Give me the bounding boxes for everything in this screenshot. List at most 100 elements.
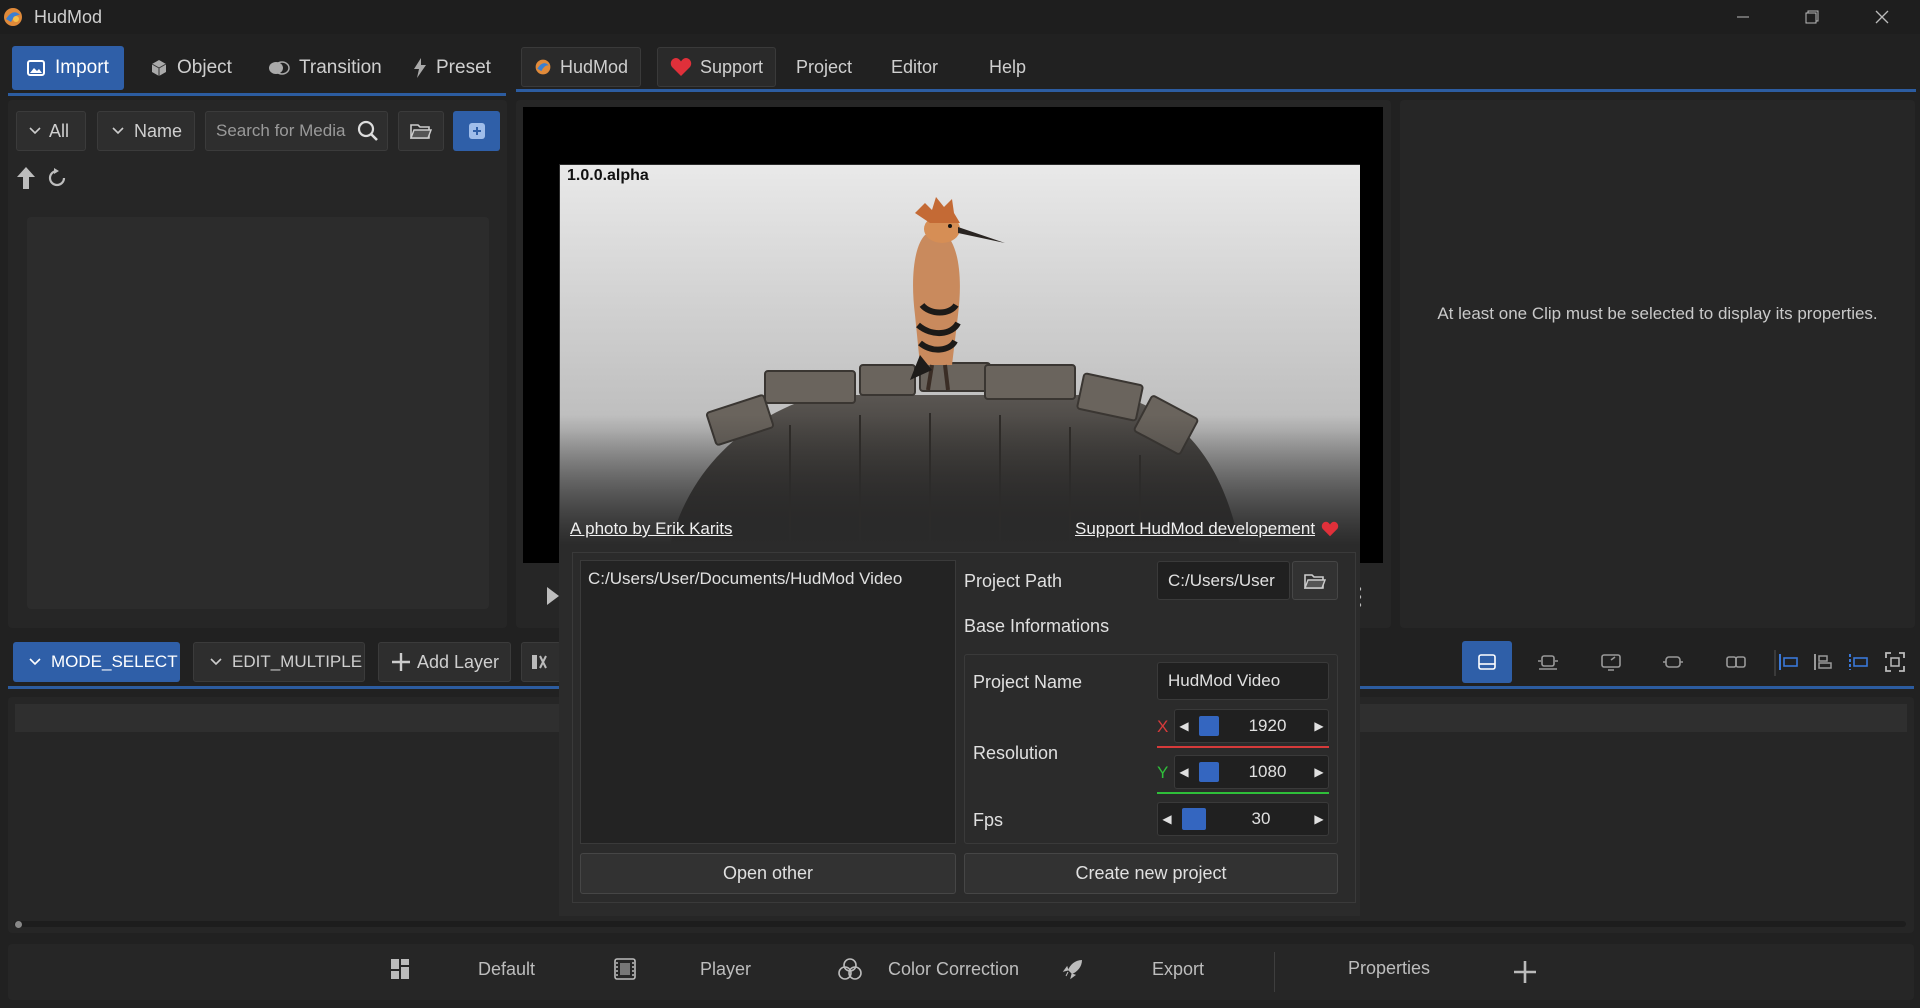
create-new-project-button[interactable]: Create new project	[964, 853, 1338, 894]
res-x-label: X	[1157, 717, 1169, 736]
restore-button[interactable]	[1782, 0, 1842, 34]
title-bar: HudMod	[0, 0, 1920, 34]
folder-icon	[1304, 572, 1326, 590]
project-path-input[interactable]: C:/Users/User	[1157, 561, 1290, 600]
up-arrow-icon[interactable]	[15, 165, 37, 191]
support-button[interactable]: Support	[657, 47, 777, 87]
sort-name-label: Name	[134, 120, 183, 141]
menu-help[interactable]: Help	[989, 47, 1026, 87]
tab-transition-label: Transition	[299, 57, 382, 78]
project-name-label: Project Name	[973, 672, 1083, 692]
layout-1-button[interactable]	[1462, 641, 1512, 683]
fullscreen-icon[interactable]	[1878, 645, 1912, 679]
mute-button[interactable]	[521, 642, 561, 682]
menu-editor[interactable]: Editor	[891, 47, 938, 87]
tab-import[interactable]: Import	[12, 46, 124, 90]
mode-select-dropdown[interactable]: MODE_SELECT	[13, 642, 180, 682]
sort-name-dropdown[interactable]: Name	[97, 111, 195, 151]
open-folder-button[interactable]	[398, 111, 444, 151]
minimize-button[interactable]	[1713, 0, 1773, 34]
edit-multiple-dropdown[interactable]: EDIT_MULTIPLE	[193, 642, 365, 682]
search-icon	[357, 120, 379, 142]
refresh-icon[interactable]	[46, 167, 68, 189]
base-info-label: Base Informations	[964, 616, 1110, 636]
align-center-icon[interactable]	[1806, 645, 1840, 679]
add-layer-label: Add Layer	[417, 651, 500, 672]
workspace-player-button[interactable]: Player	[614, 958, 751, 980]
camera-rig-icon[interactable]	[1531, 645, 1565, 679]
tab-preset[interactable]: Preset	[399, 46, 505, 90]
res-x-spinbox[interactable]: ◀ 1920 ▶	[1174, 709, 1329, 743]
arrow-right-icon[interactable]: ▶	[1310, 719, 1328, 733]
heart-icon	[670, 57, 692, 77]
cube-icon	[150, 59, 168, 77]
color-circles-icon	[838, 958, 862, 980]
align-distribute-icon[interactable]	[1841, 645, 1875, 679]
panel-icon	[1478, 654, 1496, 670]
scrollbar-handle[interactable]	[15, 921, 22, 928]
arrow-right-icon[interactable]: ▶	[1310, 765, 1328, 779]
workspace-properties-button[interactable]: Properties	[1348, 958, 1430, 979]
arrow-left-icon[interactable]: ◀	[1175, 765, 1193, 779]
photo-credit-link[interactable]: A photo by Erik Karits	[570, 519, 733, 539]
edit-multiple-label: EDIT_MULTIPLE	[232, 652, 363, 671]
res-x-value: 1920	[1248, 716, 1287, 735]
tab-object[interactable]: Object	[136, 46, 246, 90]
fps-label: Fps	[973, 810, 1004, 830]
project-name-input[interactable]: HudMod Video	[1157, 662, 1329, 700]
hoopoe-bird-image	[560, 165, 1360, 545]
mode-select-label: MODE_SELECT	[51, 652, 178, 671]
recent-projects-list: C:/Users/User/Documents/HudMod Video	[580, 560, 956, 844]
support-development-label: Support HudMod developement	[1075, 519, 1316, 538]
workspace-color-correction-button[interactable]: Color Correction	[838, 958, 1019, 980]
res-y-spinbox[interactable]: ◀ 1080 ▶	[1174, 755, 1329, 789]
lightning-icon	[413, 58, 427, 78]
film-icon[interactable]	[1656, 645, 1690, 679]
align-left-icon[interactable]	[1771, 645, 1805, 679]
arrow-left-icon[interactable]: ◀	[1158, 812, 1176, 826]
menu-project[interactable]: Project	[796, 47, 852, 87]
play-icon[interactable]	[546, 586, 560, 606]
close-button[interactable]	[1852, 0, 1912, 34]
filter-all-dropdown[interactable]: All	[16, 111, 86, 151]
film-strip-icon	[614, 958, 636, 980]
splash-photo	[560, 165, 1360, 545]
spin-handle[interactable]	[1199, 716, 1219, 736]
recent-project-item[interactable]: C:/Users/User/Documents/HudMod Video	[588, 569, 948, 589]
browse-path-button[interactable]	[1292, 561, 1338, 600]
workspace-player-label: Player	[700, 958, 752, 979]
screen-export-icon[interactable]	[1594, 645, 1628, 679]
timeline-scrollbar[interactable]	[14, 921, 1906, 927]
search-placeholder: Search for Media	[216, 121, 346, 140]
open-other-button[interactable]: Open other	[580, 853, 956, 894]
media-search-input[interactable]: Search for Media	[205, 111, 388, 151]
window-title: HudMod	[34, 7, 103, 27]
add-workspace-icon[interactable]	[1513, 960, 1537, 984]
add-image-icon	[467, 121, 487, 141]
spin-handle[interactable]	[1182, 808, 1206, 830]
workspace-properties-label: Properties	[1348, 958, 1431, 978]
arrow-right-icon[interactable]: ▶	[1310, 812, 1328, 826]
fps-spinbox[interactable]: ◀ 30 ▶	[1157, 802, 1329, 836]
hudmod-button[interactable]: HudMod	[521, 47, 642, 87]
chevron-down-icon	[29, 658, 41, 666]
workspace-divider	[1274, 952, 1275, 992]
res-y-value: 1080	[1248, 762, 1287, 781]
add-media-button[interactable]	[453, 111, 500, 151]
mute-icon	[530, 652, 552, 672]
transition-icon	[268, 60, 290, 76]
effects-icon[interactable]	[1719, 645, 1753, 679]
arrow-left-icon[interactable]: ◀	[1175, 719, 1193, 733]
add-layer-button[interactable]: Add Layer	[378, 642, 511, 682]
spin-handle[interactable]	[1199, 762, 1219, 782]
workspace-export-button[interactable]: Export	[1062, 958, 1204, 980]
chevron-down-icon	[210, 658, 222, 666]
chevron-down-icon	[112, 127, 124, 135]
hudmod-label: HudMod	[560, 56, 629, 77]
workspace-default-label: Default	[478, 958, 536, 979]
support-development-link[interactable]: Support HudMod developement	[1075, 519, 1339, 539]
workspace-default-button[interactable]: Default	[390, 958, 535, 980]
tab-transition[interactable]: Transition	[254, 46, 396, 90]
image-icon	[26, 58, 46, 78]
tab-import-label: Import	[55, 57, 109, 78]
